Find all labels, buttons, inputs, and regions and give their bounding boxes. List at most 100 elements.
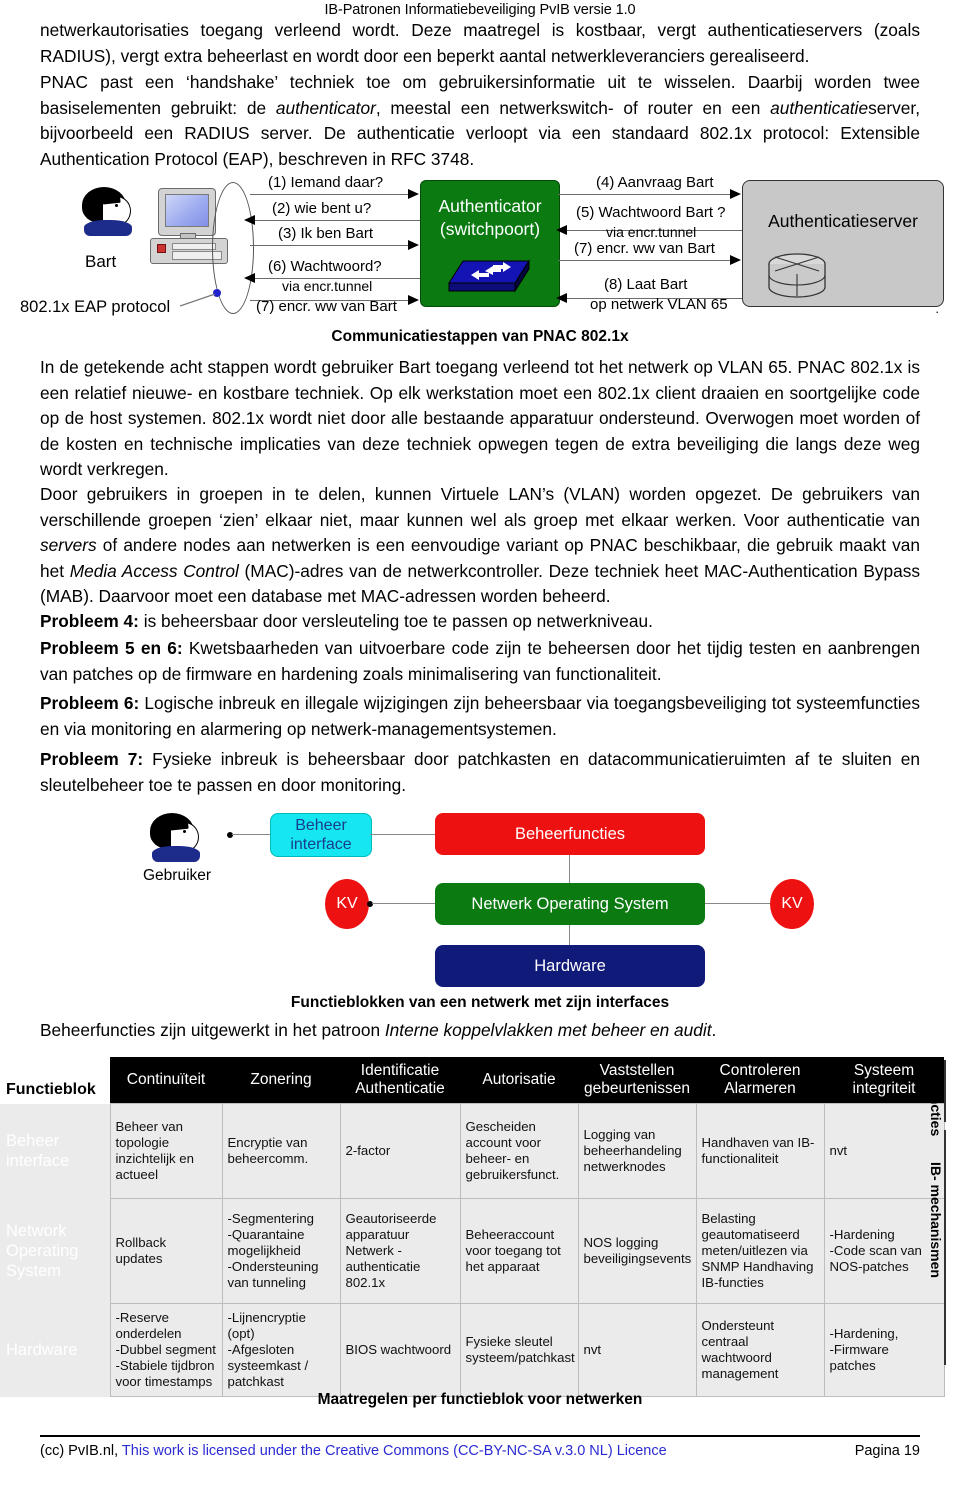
table-row: Hardware -Reserve onderdelen -Dubbel seg… (0, 1303, 945, 1397)
user-person-icon (82, 187, 134, 239)
authentication-server-label: Authenticatieserver (768, 211, 918, 231)
col3-line1: Autorisatie (482, 1071, 556, 1088)
cell-r2-c6: -Hardening, -Firmware patches (823, 1303, 945, 1397)
p4-italic-servers: servers (40, 535, 97, 555)
gebruiker-label: Gebruiker (143, 867, 212, 884)
rowhead-network-operating-system: Network Operating System (0, 1198, 110, 1304)
p1-part-b: Deze maatregel is kostbaar, vergt authen… (411, 20, 920, 40)
p2-server-word: server (868, 97, 916, 118)
beheer-interface-line1: Beheer (295, 817, 347, 834)
gebruiker-person-icon (150, 813, 202, 865)
authenticator-box: Authenticator (switchpoort) (420, 180, 560, 307)
eap-protocol-label: 802.1x EAP protocol (20, 298, 171, 316)
probleem-6: Probleem 6: Logische inbreuk en illegale… (40, 691, 920, 742)
table-corner-label: Functieblok (0, 1057, 110, 1104)
probleem-7: Probleem 7: Fysieke inbreuk is beheersba… (40, 747, 920, 798)
msg-left-2: (2) wie bent u? (272, 200, 372, 217)
arrow-head-4 (730, 189, 741, 199)
block-beheerfuncties[interactable]: Beheerfuncties (435, 813, 705, 855)
col-header-autorisatie: Autorisatie (460, 1057, 578, 1104)
col-header-zonering: Zonering (222, 1057, 340, 1104)
paragraph-2: PNAC past een ‘handshake’ techniek toe o… (40, 70, 920, 172)
cell-r0-c1: Encryptie van beheercomm. (221, 1103, 341, 1199)
user-label-bart: Bart (85, 252, 117, 271)
col6-line1: Systeem (853, 1062, 915, 1079)
col-header-continuiteit: Continuïteit (110, 1057, 222, 1104)
authentication-server-box: Authenticatieserver . (742, 180, 944, 316)
p4-italic-mac: Media Access Control (69, 560, 239, 581)
msg-left-6-sub: via encr.tunnel (282, 278, 373, 294)
p1-part-a: netwerkautorisaties toegang verleend wor… (40, 20, 412, 40)
document-header: IB-Patronen Informatiebeveiliging PvIB v… (324, 2, 636, 18)
cell-r2-c2: BIOS wachtwoord (339, 1303, 461, 1397)
cell-r2-c5: Ondersteunt centraal wachtwoord manageme… (695, 1303, 825, 1397)
cell-r0-c5: Handhaven van IB-functionaliteit (695, 1103, 825, 1199)
arrow-line-2 (252, 220, 420, 221)
cell-r1-c1: -Segmentering -Quarantaine mogelijkheid … (221, 1198, 341, 1304)
col-header-vaststellen-gebeurtenissen: Vaststellen gebeurtenissen (578, 1057, 696, 1104)
cell-r2-c0: -Reserve onderdelen -Dubbel segment -Sta… (109, 1303, 223, 1397)
cell-r0-c3: Gescheiden account voor beheer- en gebru… (459, 1103, 579, 1199)
connector-gebruiker-beheerinterface (232, 834, 270, 836)
kv-left-badge[interactable]: KV (325, 879, 369, 929)
arrow-line-1 (250, 194, 410, 195)
col4-line1: Vaststellen (599, 1062, 675, 1079)
msg-right-8: (8) Laat Bart (604, 276, 688, 293)
rowhead1-line1: Network (6, 1222, 67, 1240)
cell-r1-c3: Beheeraccount voor toegang tot het appar… (459, 1198, 579, 1304)
table-header-row: Functieblok Continuïteit Zonering Identi… (0, 1057, 944, 1104)
msg-left-7: (7) encr. ww van Bart (256, 298, 397, 315)
col4-line2: gebeurtenissen (584, 1080, 690, 1097)
arrow-line-3 (250, 245, 410, 246)
msg-left-6: (6) Wachtwoord? (268, 258, 382, 275)
p2-italic-authenticatie: authenticatie (770, 97, 869, 118)
kv-right-badge[interactable]: KV (770, 879, 814, 929)
col0-line1: Continuïteit (126, 1071, 206, 1088)
authenticator-label-line2: (switchpoort) (439, 219, 541, 239)
probleem-7-label: Probleem 7: (40, 749, 144, 769)
diagram1-caption: Communicatiestappen van PNAC 802.1x (331, 328, 629, 345)
block-hardware[interactable]: Hardware (435, 945, 705, 987)
eap-leader-line (180, 293, 216, 307)
paragraph-4: Door gebruikers in groepen in te delen, … (40, 482, 920, 610)
msg-right-7: (7) encr. ww van Bart (574, 240, 715, 257)
paragraph-5: Beheerfuncties zijn uitgewerkt in het pa… (40, 1018, 920, 1044)
p5-part-b: . (711, 1020, 717, 1040)
col2-line1: Identificatie (360, 1062, 440, 1079)
cell-r2-c3: Fysieke sleutel systeem/patchkast (459, 1303, 579, 1397)
block-netwerk-operating-system[interactable]: Netwerk Operating System (435, 883, 705, 925)
probleem-56-label: Probleem 5 en 6: (40, 638, 183, 658)
block-beheer-interface[interactable]: Beheer interface (270, 813, 372, 857)
table-row: Beheer interface Beheer van topologie in… (0, 1103, 945, 1199)
footer-license-link[interactable]: This work is licensed under the Creative… (122, 1443, 667, 1459)
probleem-4: Probleem 4: is beheersbaar door versleut… (40, 609, 920, 635)
rowhead-beheer-interface: Beheer interface (0, 1103, 110, 1199)
connector-nos-kvright (705, 903, 770, 905)
network-switch-icon (448, 259, 530, 293)
probleem-4-label: Probleem 4: (40, 611, 139, 631)
arrow-head-8 (556, 293, 567, 303)
msg-right-5: (5) Wachtwoord Bart ? (576, 204, 726, 221)
rowhead1-line2: Operating (6, 1242, 79, 1260)
probleem-7-text: Fysieke inbreuk is beheersbaar door patc… (40, 749, 920, 795)
connector-beheerinterface-beheerfuncties (370, 834, 435, 836)
col5-line2: Alarmeren (724, 1080, 796, 1097)
authenticator-label-line1: Authenticator (438, 196, 542, 216)
col5-line1: Controleren (719, 1062, 801, 1079)
rowhead0-line1: Beheer (6, 1132, 60, 1150)
p2-part-b: , meestal een netwerkswitch- of router e… (375, 97, 771, 118)
measures-table: Functieblok Continuïteit Zonering Identi… (0, 1057, 945, 1397)
p5-part-a: Beheerfuncties zijn uitgewerkt in het pa… (40, 1020, 385, 1040)
p4-part-a: Door gebruikers in groepen in te delen, … (40, 484, 920, 530)
footer-license: (cc) PvIB.nl, This work is licensed unde… (40, 1443, 667, 1459)
rowhead0-line2: interface (6, 1152, 70, 1170)
paragraph-3: In de getekende acht stappen wordt gebru… (40, 357, 920, 479)
cell-r1-c5: Belasting geautomatiseerd meten/uitlezen… (695, 1198, 825, 1304)
footer-rule (40, 1435, 920, 1437)
probleem-6-label: Probleem 6: (40, 693, 140, 713)
msg-right-5-sub: via encr.tunnel (606, 224, 697, 240)
msg-left-1: (1) Iemand daar? (268, 174, 384, 191)
rowhead1-line3: System (6, 1262, 62, 1280)
measures-table-wrapper: Functieblok Continuïteit Zonering Identi… (0, 1057, 960, 1397)
probleem-6-text: Logische inbreuk en illegale wijzigingen… (40, 693, 920, 739)
